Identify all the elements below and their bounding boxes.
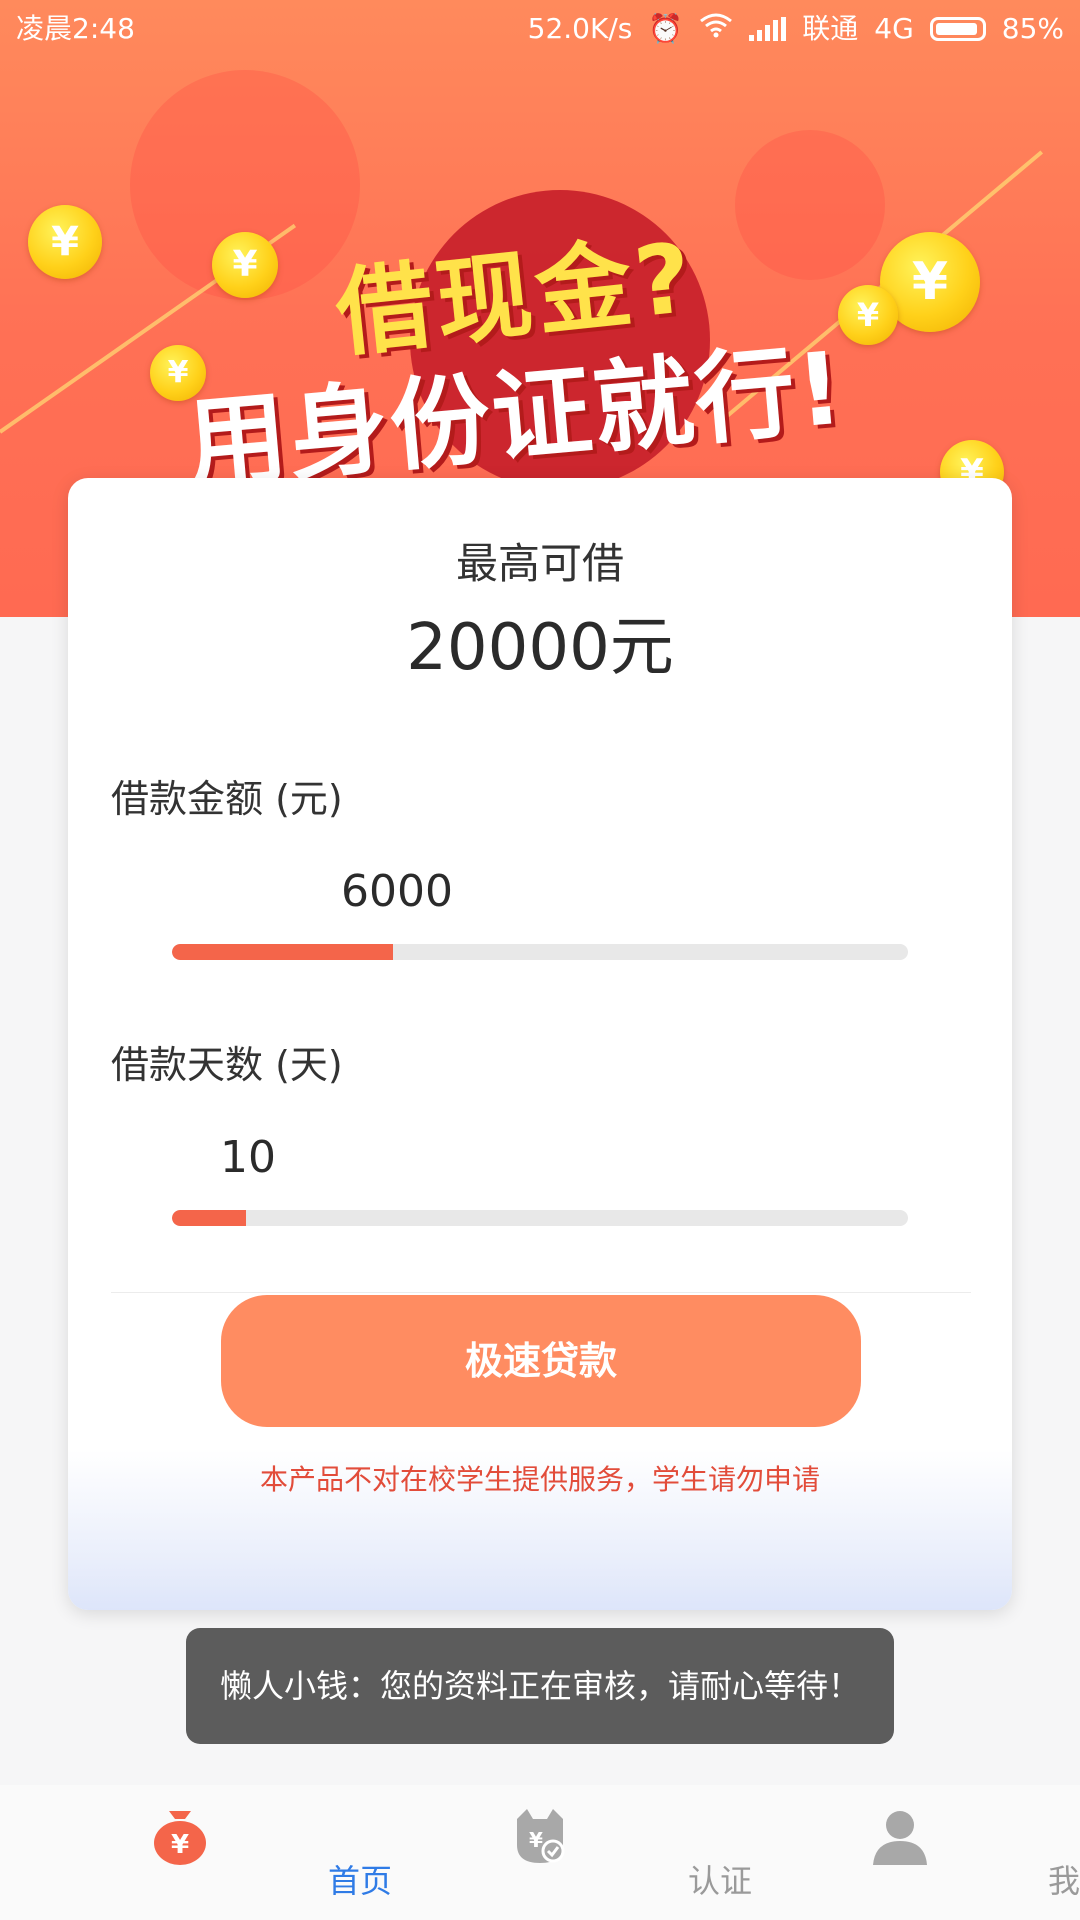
days-slider[interactable] bbox=[172, 1210, 908, 1226]
decor-circle bbox=[735, 130, 885, 280]
amount-value: 6000 bbox=[341, 866, 453, 917]
days-value: 10 bbox=[220, 1132, 276, 1183]
nav-label-mine: 我的 bbox=[1047, 1862, 1080, 1900]
battery-percent: 85% bbox=[1001, 12, 1064, 45]
alarm-icon: ⏰ bbox=[648, 12, 684, 45]
quick-loan-button[interactable]: 极速贷款 bbox=[221, 1295, 861, 1427]
carrier-name: 联通 bbox=[802, 12, 859, 45]
toast-message: 懒人小钱：您的资料正在审核，请耐心等待！ bbox=[186, 1628, 894, 1744]
max-loan-value: 20000元 bbox=[406, 611, 674, 685]
coin-icon: ¥ bbox=[212, 232, 278, 298]
battery-icon bbox=[929, 17, 986, 41]
amount-slider[interactable] bbox=[172, 944, 908, 960]
wifi-icon bbox=[699, 0, 733, 58]
status-bar: 凌晨2:48 52.0K/s ⏰ 联通 4G 85% bbox=[0, 0, 1080, 58]
student-notice: 本产品不对在校学生提供服务，学生请勿申请 bbox=[259, 1463, 820, 1496]
coin-icon: ¥ bbox=[28, 205, 102, 279]
divider bbox=[111, 1292, 971, 1293]
status-right: 52.0K/s ⏰ 联通 4G 85% bbox=[528, 0, 1064, 58]
amount-label: 借款金额 (元) bbox=[111, 777, 343, 821]
days-slider-fill bbox=[172, 1210, 246, 1226]
nav-item-verify[interactable]: ¥ 认证 bbox=[360, 1785, 752, 1920]
max-loan-label: 最高可借 bbox=[455, 539, 624, 588]
nav-item-mine[interactable]: 我的 bbox=[720, 1785, 1080, 1920]
network-type: 4G bbox=[874, 12, 914, 45]
loan-card: 最高可借 20000元 借款金额 (元) 6000 借款天数 (天) 10 极速… bbox=[68, 478, 1012, 1610]
amount-slider-fill bbox=[172, 944, 393, 960]
signal-icon bbox=[749, 17, 787, 41]
status-time: 凌晨2:48 bbox=[16, 12, 135, 45]
coin-icon: ¥ bbox=[838, 285, 898, 345]
network-speed: 52.0K/s bbox=[527, 12, 633, 45]
svg-text:¥: ¥ bbox=[529, 1828, 543, 1852]
nav-item-home[interactable]: ¥ 首页 bbox=[0, 1785, 392, 1920]
days-label: 借款天数 (天) bbox=[111, 1043, 343, 1087]
bottom-nav: ¥ 首页 ¥ 认证 我的 bbox=[0, 1785, 1080, 1920]
